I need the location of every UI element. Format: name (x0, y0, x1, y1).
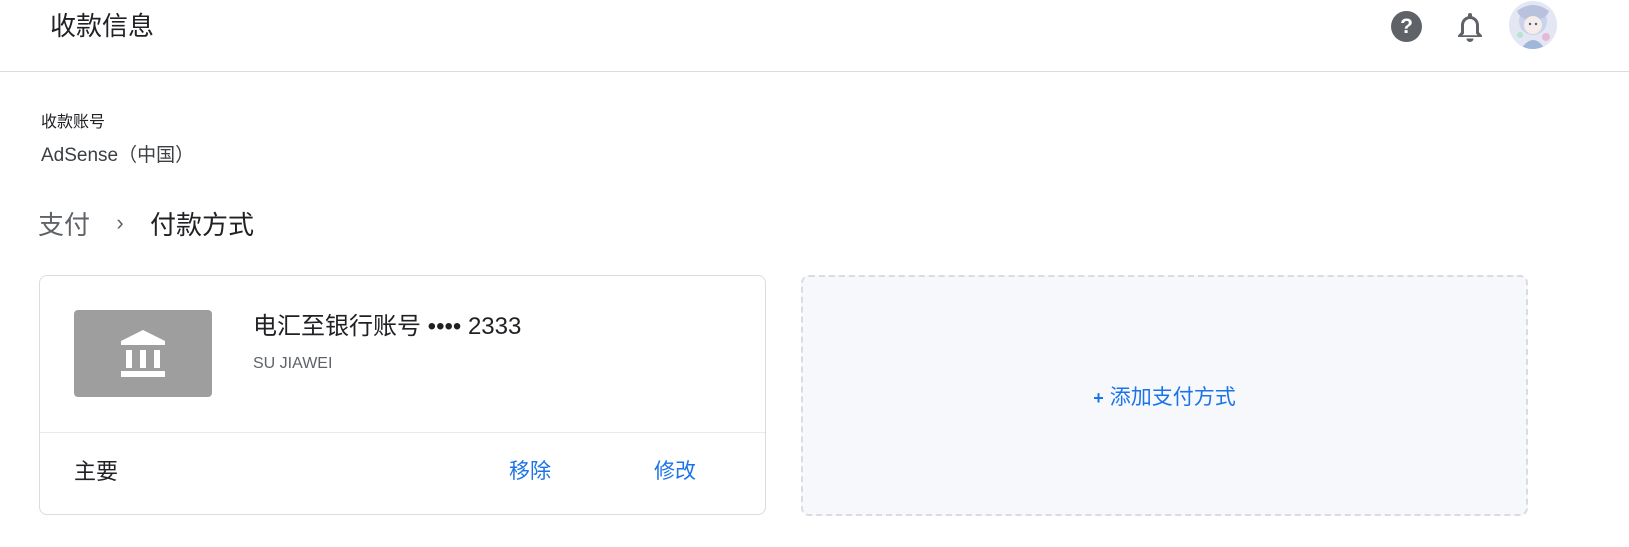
card-divider (40, 432, 765, 433)
page-title: 收款信息 (50, 11, 155, 41)
add-payment-method-card[interactable]: + 添加支付方式 (801, 275, 1528, 516)
bank-icon (121, 330, 165, 377)
top-bar: 收款信息 ? (0, 0, 1629, 72)
remove-button[interactable]: 移除 (509, 457, 551, 487)
account-holder-name: SU JIAWEI (253, 355, 333, 372)
account-value: AdSense（中国） (41, 145, 195, 166)
account-label: 收款账号 (41, 114, 106, 131)
primary-status: 主要 (74, 459, 119, 484)
payment-method-card: 电汇至银行账号 •••• 2333 SU JIAWEI 主要 移除 修改 (39, 275, 766, 515)
edit-button[interactable]: 修改 (654, 457, 696, 487)
plus-icon: + (1093, 388, 1104, 408)
user-avatar[interactable] (1509, 1, 1557, 49)
chevron-right-icon: › (116, 210, 124, 235)
breadcrumb: 支付 › 付款方式 (38, 203, 254, 243)
breadcrumb-link-payments[interactable]: 支付 (38, 205, 90, 242)
notifications-bell-icon[interactable] (1455, 10, 1485, 42)
add-payment-method-button[interactable]: + 添加支付方式 (803, 383, 1526, 413)
payment-method-title: 电汇至银行账号 •••• 2333 (253, 313, 522, 340)
breadcrumb-current: 付款方式 (150, 209, 255, 240)
add-payment-method-label: 添加支付方式 (1109, 386, 1236, 409)
help-icon[interactable]: ? (1391, 11, 1422, 42)
bank-tile (74, 310, 212, 397)
